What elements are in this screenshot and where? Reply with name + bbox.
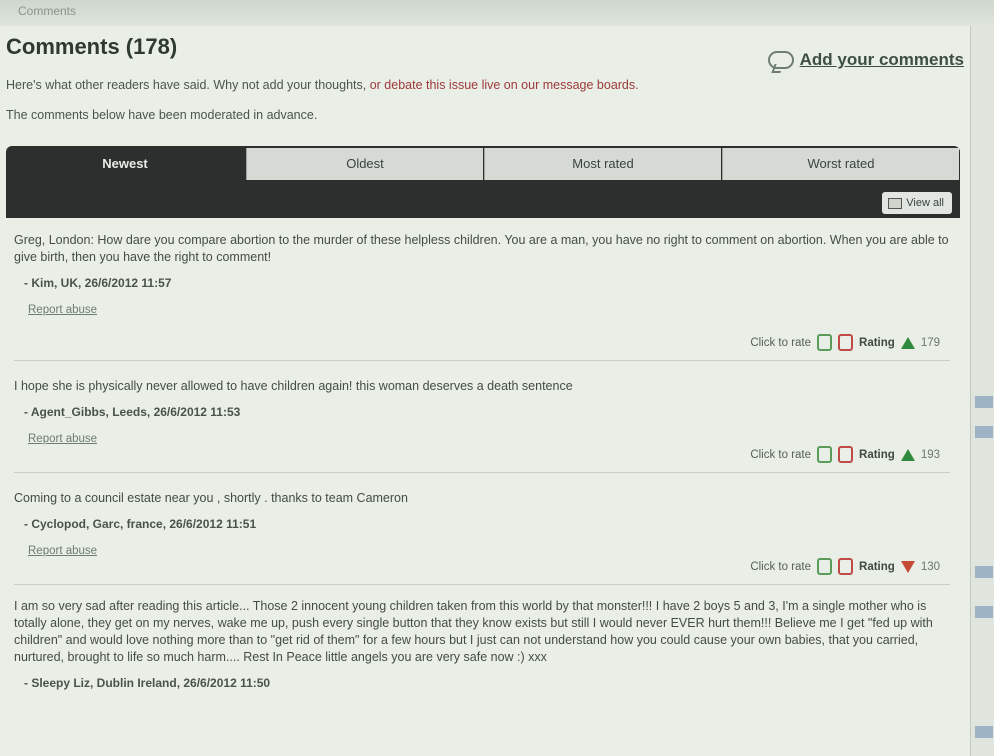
moderation-note: The comments below have been moderated i… <box>6 108 318 122</box>
intro-text-part1: Here's what other readers have said. Why… <box>6 78 367 92</box>
click-to-rate-label: Click to rate <box>750 560 812 573</box>
thumb-down-icon[interactable] <box>838 446 854 463</box>
page-title: Comments (178) <box>6 34 178 59</box>
tab-worst-rated[interactable]: Worst rated <box>722 148 959 180</box>
sidebar-block <box>975 566 993 578</box>
comments-section: Comments (178) Add your comments Here's … <box>0 26 970 756</box>
rating-value: 179 <box>920 336 940 349</box>
tab-toolbar: View all <box>6 188 960 218</box>
view-all-label: View all <box>906 197 944 209</box>
click-to-rate-label: Click to rate <box>750 336 812 349</box>
rating-label: Rating <box>859 448 895 461</box>
comment-body: Coming to a council estate near you , sh… <box>14 491 408 505</box>
comment-body: I am so very sad after reading this arti… <box>14 599 933 664</box>
report-abuse-link[interactable]: Report abuse <box>28 545 97 557</box>
view-all-icon <box>888 197 903 209</box>
debate-link[interactable]: or debate this issue live on our message… <box>366 78 639 92</box>
comment-item: Greg, London: How dare you compare abort… <box>14 232 950 318</box>
top-strip-text: Comments <box>18 4 77 18</box>
click-to-rate-label: Click to rate <box>750 448 812 461</box>
intro-text: Here's what other readers have said. Why… <box>6 78 639 92</box>
rating-row: Click to rate Rating 179 <box>750 334 940 351</box>
report-abuse-link[interactable]: Report abuse <box>28 304 97 316</box>
comment-author: - Cyclopod, Garc, france, 26/6/2012 11:5… <box>24 517 257 531</box>
rating-label: Rating <box>859 336 895 349</box>
comment-body: Greg, London: How dare you compare abort… <box>14 233 949 264</box>
tab-most-rated[interactable]: Most rated <box>484 148 721 180</box>
thumb-up-icon[interactable] <box>817 446 833 463</box>
top-strip: Comments <box>0 0 994 26</box>
rating-down-arrow-icon <box>900 560 915 573</box>
comment-tabs: Newest Oldest Most rated Worst rated <box>6 146 960 188</box>
report-abuse-link[interactable]: Report abuse <box>28 433 97 445</box>
tab-oldest[interactable]: Oldest <box>246 148 483 180</box>
comment-divider <box>14 584 950 585</box>
comment-author: - Sleepy Liz, Dublin Ireland, 26/6/2012 … <box>24 676 271 690</box>
comment-divider <box>14 360 950 361</box>
comment-divider <box>14 472 950 473</box>
comment-item: I hope she is physically never allowed t… <box>14 378 950 447</box>
comment-author: - Agent_Gibbs, Leeds, 26/6/2012 11:53 <box>24 405 241 419</box>
right-sidebar-edge <box>970 26 994 756</box>
thumb-down-icon[interactable] <box>838 558 854 575</box>
comment-item: I am so very sad after reading this arti… <box>14 598 950 690</box>
sidebar-block <box>975 396 993 408</box>
comment-author: - Kim, UK, 26/6/2012 11:57 <box>24 276 172 290</box>
rating-up-arrow-icon <box>900 448 915 461</box>
sidebar-block <box>975 606 993 618</box>
comment-item: Coming to a council estate near you , sh… <box>14 490 950 559</box>
rating-row: Click to rate Rating 193 <box>750 446 940 463</box>
rating-value: 130 <box>920 560 940 573</box>
rating-value: 193 <box>920 448 940 461</box>
thumb-down-icon[interactable] <box>838 334 854 351</box>
tab-newest[interactable]: Newest <box>6 148 244 180</box>
rating-row: Click to rate Rating 130 <box>750 558 940 575</box>
add-comments-label[interactable]: Add your comments <box>800 50 964 70</box>
add-comments-link[interactable]: Add your comments <box>767 50 964 70</box>
sidebar-block <box>975 726 993 738</box>
view-all-button[interactable]: View all <box>882 192 952 214</box>
comment-body: I hope she is physically never allowed t… <box>14 379 573 393</box>
thumb-up-icon[interactable] <box>817 334 833 351</box>
speech-bubble-icon <box>767 51 794 69</box>
thumb-up-icon[interactable] <box>817 558 833 575</box>
rating-label: Rating <box>859 560 895 573</box>
rating-up-arrow-icon <box>900 336 915 349</box>
sidebar-block <box>975 426 993 438</box>
